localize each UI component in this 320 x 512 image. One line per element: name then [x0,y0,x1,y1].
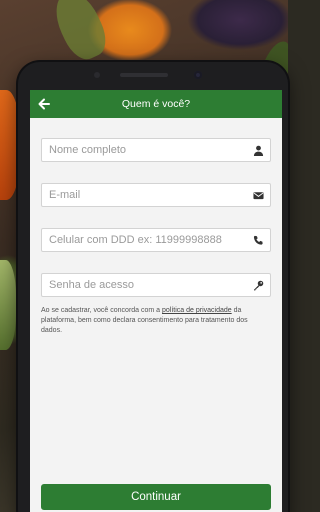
name-field [41,138,271,162]
password-field [41,273,271,297]
speaker-grille [120,73,168,77]
back-arrow-icon[interactable] [36,96,52,112]
phone-input[interactable] [49,234,253,246]
app-bar: Quem é você? [30,90,282,118]
name-input[interactable] [49,144,253,156]
continue-button[interactable]: Continuar [41,484,271,510]
consent-text: Ao se cadastrar, você concorda com a pol… [41,306,271,336]
key-icon [253,280,264,291]
page-title: Quem é você? [121,98,191,110]
phone-frame: Quem é você? Ao se cadastrar, você conco… [18,62,288,512]
sensor [94,72,100,78]
person-icon [253,145,264,156]
email-input[interactable] [49,189,253,201]
signup-form: Ao se cadastrar, você concorda com a pol… [30,118,282,336]
app-screen: Quem é você? Ao se cadastrar, você conco… [30,90,282,512]
email-field [41,183,271,207]
consent-text-before: Ao se cadastrar, você concorda com a [41,307,163,314]
privacy-policy-link[interactable]: política de privacidade [162,307,232,314]
front-camera [194,71,202,79]
phone-field [41,228,271,252]
phone-icon [253,235,263,245]
password-input[interactable] [49,279,253,291]
envelope-icon [253,191,264,199]
